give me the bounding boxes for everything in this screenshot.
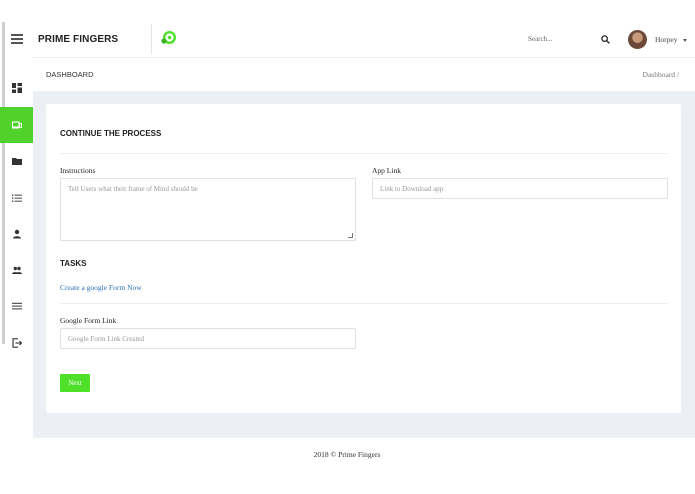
- person-icon: [12, 229, 21, 239]
- list-icon: [11, 194, 22, 202]
- instructions-textarea[interactable]: [60, 178, 356, 241]
- search-icon[interactable]: [601, 35, 610, 44]
- divider: [60, 153, 667, 154]
- sidebar-item-devices[interactable]: [0, 107, 33, 143]
- divider: [60, 303, 667, 304]
- devices-icon: [11, 121, 22, 129]
- sidebar-item-folder[interactable]: [0, 143, 33, 179]
- app-link-input[interactable]: [372, 178, 668, 199]
- logout-icon: [11, 338, 22, 348]
- brand-divider: [151, 24, 152, 54]
- app-link-label: App Link: [372, 166, 401, 175]
- group-icon: [11, 266, 22, 274]
- google-form-link-label: Google Form Link: [60, 316, 117, 325]
- menu-icon: [11, 302, 22, 310]
- process-card: CONTINUE THE PROCESS Instructions App Li…: [46, 104, 681, 413]
- user-avatar[interactable]: [628, 30, 647, 49]
- tasks-title: TASKS: [60, 259, 87, 268]
- google-form-link-input[interactable]: [60, 328, 356, 349]
- footer-text: 2018 © Prime Fingers: [313, 450, 381, 459]
- sidebar-item-list[interactable]: [0, 180, 33, 216]
- sidebar: [0, 0, 33, 494]
- brand-logo-icon: [161, 31, 176, 44]
- sidebar-item-menu[interactable]: [0, 288, 33, 324]
- dashboard-icon: [11, 83, 22, 93]
- search-placeholder-text[interactable]: Search...: [528, 35, 552, 43]
- next-button[interactable]: Next: [60, 374, 90, 392]
- page-title: DASHBOARD: [46, 70, 94, 79]
- username[interactable]: Horpey: [655, 35, 678, 44]
- sidebar-item-group[interactable]: [0, 252, 33, 288]
- breadcrumb[interactable]: Dashboard /: [643, 70, 679, 79]
- top-header: PRIME FINGERS Search... Horpey: [33, 20, 695, 58]
- create-google-form-link[interactable]: Create a google Form Now: [60, 283, 142, 292]
- brand-name[interactable]: PRIME FINGERS: [38, 34, 118, 45]
- chevron-down-icon[interactable]: [683, 39, 687, 42]
- hamburger-menu-icon[interactable]: [11, 34, 23, 44]
- card-title: CONTINUE THE PROCESS: [60, 129, 162, 138]
- instructions-label: Instructions: [60, 166, 96, 175]
- resize-handle-icon[interactable]: [348, 233, 353, 238]
- sidebar-item-dashboard[interactable]: [0, 70, 33, 106]
- folder-icon: [11, 158, 22, 165]
- breadcrumb-bar: DASHBOARD Dashboard /: [33, 58, 695, 91]
- sidebar-item-person[interactable]: [0, 216, 33, 252]
- sidebar-item-logout[interactable]: [0, 325, 33, 361]
